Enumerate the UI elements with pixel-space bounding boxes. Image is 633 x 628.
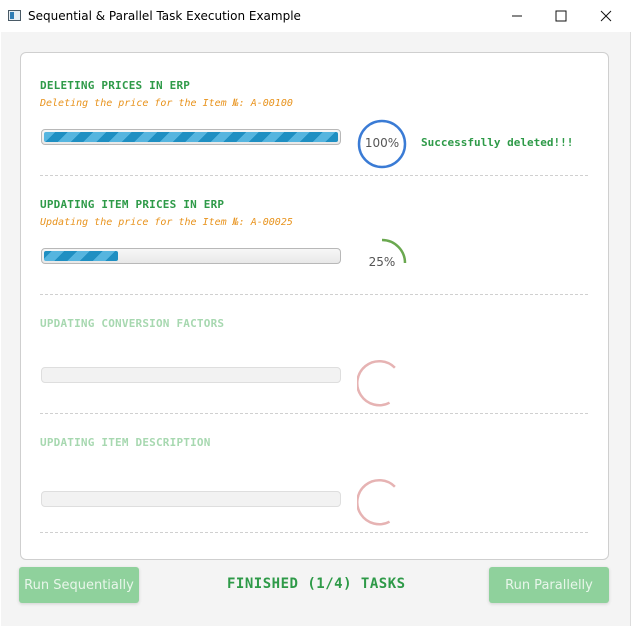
divider [40,294,588,295]
progress-bar [41,248,341,264]
minimize-button[interactable] [494,0,540,32]
divider [40,532,588,533]
task-deleting-prices: DELETING PRICES IN ERP Deleting the pric… [40,79,588,179]
task-updating-item-prices: UPDATING ITEM PRICES IN ERP Updating the… [40,198,588,298]
status-text: FINISHED (1/4) TASKS [227,576,406,592]
window-title: Sequential & Parallel Task Execution Exa… [28,9,301,23]
run-sequentially-button[interactable]: Run Sequentially [19,567,139,603]
maximize-icon [555,10,567,22]
task-title: UPDATING ITEM PRICES IN ERP [40,198,225,211]
progress-bar-fill [44,132,338,142]
title-bar: Sequential & Parallel Task Execution Exa… [0,0,633,32]
app-window-icon [8,10,21,21]
maximize-button[interactable] [538,0,584,32]
divider [40,413,588,414]
divider [40,175,588,176]
task-result: Successfully deleted!!! [421,136,574,149]
task-updating-conversion-factors: UPDATING CONVERSION FACTORS [40,317,588,417]
progress-percent: 100% [364,136,400,150]
task-updating-item-description: UPDATING ITEM DESCRIPTION [40,436,588,536]
task-message: Deleting the price for the Item №: A-001… [40,98,293,109]
close-button[interactable] [583,0,629,32]
task-title: UPDATING CONVERSION FACTORS [40,317,225,330]
progress-percent: 25% [368,255,396,269]
task-message: Updating the price for the Item №: A-000… [40,217,293,228]
minimize-icon [512,15,522,17]
task-title: DELETING PRICES IN ERP [40,79,191,92]
progress-bar [41,491,341,507]
window-content: DELETING PRICES IN ERP Deleting the pric… [1,32,631,626]
progress-bar-fill [44,251,118,261]
progress-bar [41,129,341,145]
task-title: UPDATING ITEM DESCRIPTION [40,436,211,449]
run-parallelly-button[interactable]: Run Parallelly [489,567,609,603]
tasks-panel: DELETING PRICES IN ERP Deleting the pric… [20,52,609,560]
loading-spinner-icon [357,479,396,526]
loading-spinner-icon [357,360,396,407]
close-icon [600,10,612,22]
progress-bar [41,367,341,383]
